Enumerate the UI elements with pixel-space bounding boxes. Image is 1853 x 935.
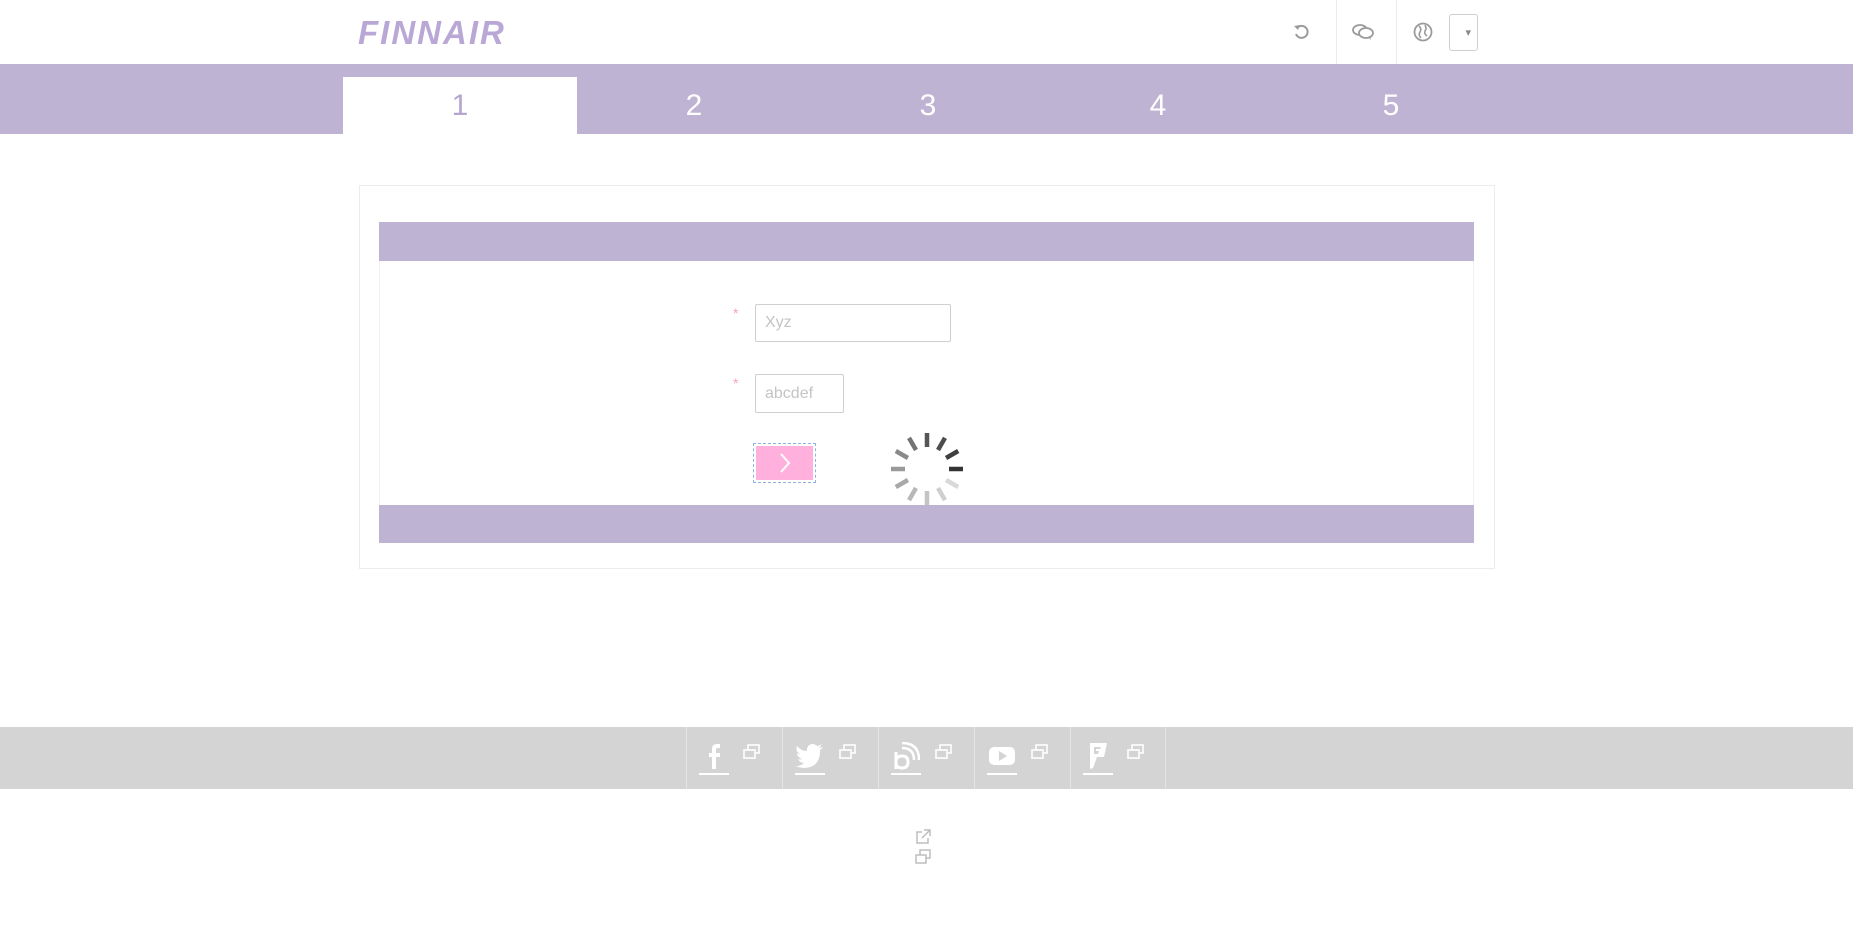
new-window-icon[interactable] (1127, 744, 1145, 760)
youtube-link[interactable] (974, 727, 1070, 789)
blog-icon[interactable] (891, 741, 921, 771)
twitter-link[interactable] (782, 727, 878, 789)
foursquare-link[interactable] (1070, 727, 1166, 789)
blog-link[interactable] (878, 727, 974, 789)
required-marker: * (733, 305, 739, 321)
twitter-icon[interactable] (795, 741, 825, 771)
step-2[interactable]: 2 (577, 77, 811, 134)
new-window-icon[interactable] (1031, 744, 1049, 760)
loading-spinner (891, 433, 963, 505)
facebook-link[interactable] (686, 727, 782, 789)
next-button[interactable] (753, 443, 816, 483)
new-window-icon[interactable] (915, 849, 931, 865)
finnair-logo[interactable]: FINNAIR (356, 14, 562, 50)
youtube-icon[interactable] (987, 741, 1017, 771)
new-window-icon[interactable] (935, 744, 953, 760)
top-header: FINNAIR ▾ (0, 0, 1853, 64)
undo-icon[interactable] (1272, 0, 1332, 64)
chevron-down-icon: ▾ (1465, 27, 1471, 39)
new-window-icon[interactable] (743, 744, 761, 760)
step-1[interactable]: 1 (343, 77, 577, 134)
new-window-icon[interactable] (839, 744, 857, 760)
step-4[interactable]: 4 (1041, 77, 1275, 134)
svg-text:FINNAIR: FINNAIR (358, 14, 506, 50)
second-input[interactable] (755, 374, 844, 413)
first-input[interactable] (755, 304, 951, 342)
step-3[interactable]: 3 (811, 77, 1045, 134)
language-select[interactable]: ▾ (1449, 14, 1478, 51)
step-5[interactable]: 5 (1274, 77, 1508, 134)
social-footer (0, 727, 1853, 789)
chevron-right-icon (779, 453, 790, 473)
form-card-header (379, 222, 1474, 261)
globe-icon[interactable] (1393, 0, 1453, 64)
foursquare-icon[interactable] (1083, 741, 1113, 771)
required-marker: * (733, 375, 739, 391)
external-link-icon[interactable] (915, 829, 931, 845)
facebook-icon[interactable] (699, 741, 729, 771)
form-card-footer (379, 505, 1474, 543)
chat-icon[interactable] (1333, 0, 1393, 64)
progress-steps: 1 2 3 4 5 (0, 64, 1853, 134)
